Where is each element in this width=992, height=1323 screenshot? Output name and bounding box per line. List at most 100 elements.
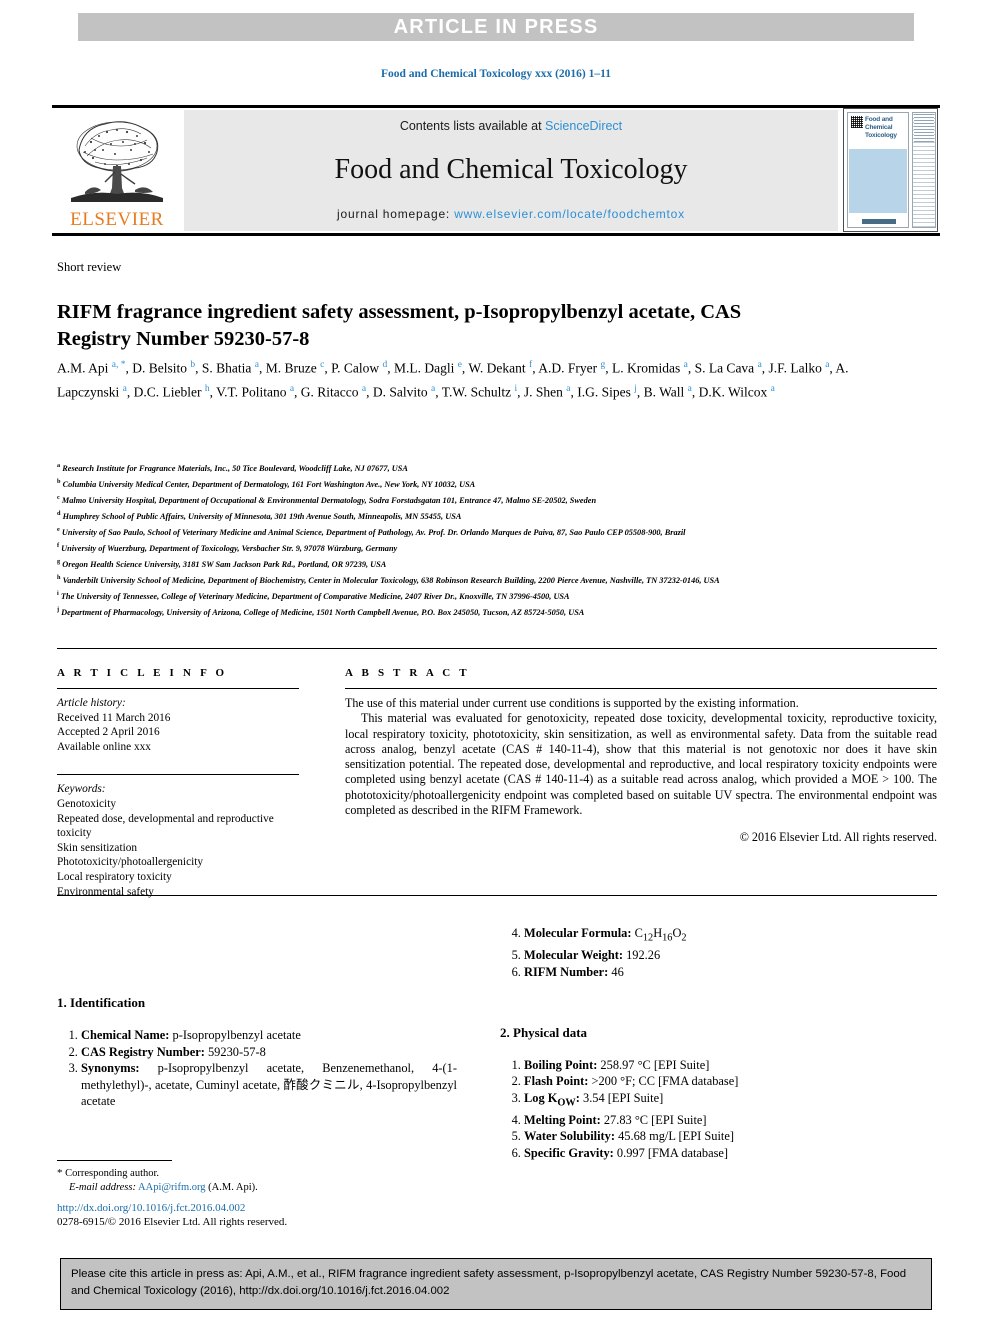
- journal-masthead: ELSEVIER Contents lists available at Sci…: [52, 105, 940, 236]
- item-value: 192.26: [623, 948, 661, 963]
- contents-prefix-text: Contents lists available at: [399, 119, 546, 133]
- keywords-label: Keywords:: [57, 783, 106, 796]
- journal-reference-line: Food and Chemical Toxicology xxx (2016) …: [380, 68, 612, 80]
- email-address-label: E-mail address:: [69, 1182, 136, 1193]
- affiliation-list: a Research Institute for Fragrance Mater…: [57, 459, 937, 619]
- column-spacer: [500, 981, 900, 1025]
- elsevier-logo: ELSEVIER: [56, 111, 178, 231]
- cover-title-text: Food and Chemical Toxicology: [865, 116, 897, 139]
- contents-available-line: Contents lists available at ScienceDirec…: [400, 119, 622, 133]
- corresponding-author-line: * Corresponding author.: [57, 1166, 457, 1181]
- keywords-block: Keywords: Genotoxicity Repeated dose, de…: [57, 782, 299, 899]
- affiliation-item: f University of Wuerzburg, Department of…: [57, 541, 398, 553]
- keyword-item: Repeated dose, developmental and reprodu…: [57, 812, 274, 840]
- list-item: Chemical Name: p-Isopropylbenzyl acetate: [81, 1027, 457, 1044]
- affiliation-item: d Humphrey School of Public Affairs, Uni…: [57, 509, 462, 521]
- footnote-rule: [57, 1160, 172, 1161]
- issn-copyright-line: 0278-6915/© 2016 Elsevier Ltd. All right…: [57, 1216, 288, 1228]
- journal-cover-thumbnail: Food and Chemical Toxicology: [843, 108, 938, 232]
- physical-data-heading: 2. Physical data: [500, 1024, 588, 1040]
- cover-back-header-lines: [914, 114, 934, 142]
- doi-link[interactable]: http://dx.doi.org/10.1016/j.fct.2016.04.…: [57, 1202, 245, 1214]
- affiliation-mark: a: [57, 462, 61, 469]
- list-item: Boiling Point: 258.97 °C [EPI Suite]: [524, 1057, 900, 1074]
- list-item: CAS Registry Number: 59230-57-8: [81, 1044, 457, 1061]
- asterisk-icon: *: [57, 1167, 63, 1179]
- affiliation-item: b Columbia University Medical Center, De…: [57, 477, 476, 489]
- email-link[interactable]: AApi@rifm.org: [138, 1182, 206, 1193]
- journal-title: Food and Chemical Toxicology: [334, 154, 688, 185]
- author-list: A.M. Api a, *, D. Belsito b, S. Bhatia a…: [57, 360, 849, 400]
- item-label: Flash Point:: [524, 1074, 589, 1089]
- affiliation-mark: b: [57, 477, 61, 485]
- history-item: Received 11 March 2016: [57, 711, 171, 724]
- item-value: 45.68 mg/L [EPI Suite]: [615, 1129, 734, 1144]
- item-label: CAS Registry Number:: [81, 1044, 205, 1059]
- list-item: Molecular Weight: 192.26: [524, 947, 900, 964]
- homepage-prefix-text: journal homepage:: [337, 207, 455, 221]
- keyword-item: Environmental safety: [57, 885, 154, 898]
- history-item: Accepted 2 April 2016: [57, 726, 160, 739]
- identification-section: 1. Identification Chemical Name: p-Isopr…: [57, 995, 457, 1110]
- item-value: 258.97 °C [EPI Suite]: [597, 1057, 710, 1072]
- email-owner: (A.M. Api).: [208, 1182, 258, 1193]
- item-label: Melting Point:: [524, 1112, 601, 1127]
- physical-data-list: Boiling Point: 258.97 °C [EPI Suite] Fla…: [504, 1057, 900, 1161]
- sciencedirect-link[interactable]: ScienceDirect: [545, 119, 622, 133]
- footnote-block: * Corresponding author. E-mail address: …: [57, 1166, 457, 1195]
- keyword-item: Genotoxicity: [57, 797, 116, 810]
- email-line: E-mail address: AApi@rifm.org (A.M. Api)…: [57, 1181, 457, 1195]
- cover-back-panel: [912, 112, 936, 228]
- list-item: Log KOW: 3.54 [EPI Suite]: [524, 1090, 900, 1112]
- citation-box: Please cite this article in press as: Ap…: [60, 1258, 932, 1310]
- item-value: 46: [608, 965, 624, 980]
- affiliation-item: g Oregon Health Science University, 3181…: [57, 557, 387, 569]
- article-info-heading: A R T I C L E I N F O: [57, 667, 228, 679]
- abstract-paragraph-2: This material was evaluated for genotoxi…: [345, 711, 937, 818]
- affiliation-mark: i: [57, 589, 59, 597]
- item-label: Water Solubility:: [524, 1129, 615, 1144]
- item-label: Specific Gravity:: [524, 1145, 614, 1160]
- abstract-paragraph-1: The use of this material under current u…: [345, 696, 799, 710]
- list-item: Specific Gravity: 0.997 [FMA database]: [524, 1145, 900, 1162]
- abstract-heading: A B S T R A C T: [345, 667, 470, 679]
- item-value: p-Isopropylbenzyl acetate: [169, 1028, 301, 1042]
- affiliation-item: j Department of Pharmacology, University…: [57, 605, 585, 617]
- masthead-bottom-rule: [52, 233, 940, 236]
- list-item: Flash Point: >200 °F; CC [FMA database]: [524, 1073, 900, 1090]
- affiliation-item: a Research Institute for Fragrance Mater…: [57, 462, 408, 473]
- article-info-rule: [57, 688, 299, 689]
- elsevier-tree-icon: [71, 121, 163, 202]
- band-bottom-rule: [57, 895, 937, 896]
- item-label: RIFM Number:: [524, 965, 609, 980]
- affiliation-mark: d: [57, 509, 61, 517]
- item-value: 3.54 [EPI Suite]: [579, 1090, 664, 1105]
- cover-footer-mark: [862, 219, 896, 224]
- identification-heading: 1. Identification: [57, 995, 146, 1010]
- keyword-item: Skin sensitization: [57, 841, 138, 854]
- affiliation-mark: j: [57, 605, 60, 613]
- history-item: Available online xxx: [57, 740, 151, 753]
- journal-homepage-link[interactable]: www.elsevier.com/locate/foodchemtox: [454, 207, 685, 221]
- abstract-column: A B S T R A C T The use of this material…: [345, 667, 937, 846]
- identification-list: Chemical Name: p-Isopropylbenzyl acetate…: [61, 1027, 457, 1110]
- abstract-body: The use of this material under current u…: [345, 696, 937, 846]
- item-value: 0.997 [FMA database]: [613, 1145, 729, 1160]
- affiliation-item: h Vanderbilt University School of Medici…: [57, 573, 720, 585]
- right-column: Molecular Formula: C12H16O2 Molecular We…: [500, 925, 900, 1161]
- affiliation-mark: f: [57, 541, 60, 549]
- keyword-item: Phototoxicity/photoallergenicity: [57, 856, 204, 869]
- item-label: Molecular Formula:: [524, 926, 632, 940]
- affiliation-item: c Malmo University Hospital, Department …: [57, 493, 597, 505]
- affiliation-mark: e: [57, 525, 60, 533]
- item-label: Chemical Name:: [81, 1028, 170, 1042]
- cover-qr-icon: [851, 116, 863, 128]
- item-value: 59230-57-8: [204, 1044, 266, 1059]
- band-top-rule: [57, 648, 937, 649]
- affiliation-item: i The University of Tennessee, College o…: [57, 589, 570, 601]
- identification-list-continued: Molecular Formula: C12H16O2 Molecular We…: [504, 925, 900, 981]
- item-value: 27.83 °C [EPI Suite]: [600, 1112, 707, 1127]
- masthead-center-panel: Contents lists available at ScienceDirec…: [184, 110, 838, 231]
- affiliation-item: e University of Sao Paulo, School of Vet…: [57, 525, 686, 537]
- article-info-column: A R T I C L E I N F O Article history: R…: [57, 667, 299, 899]
